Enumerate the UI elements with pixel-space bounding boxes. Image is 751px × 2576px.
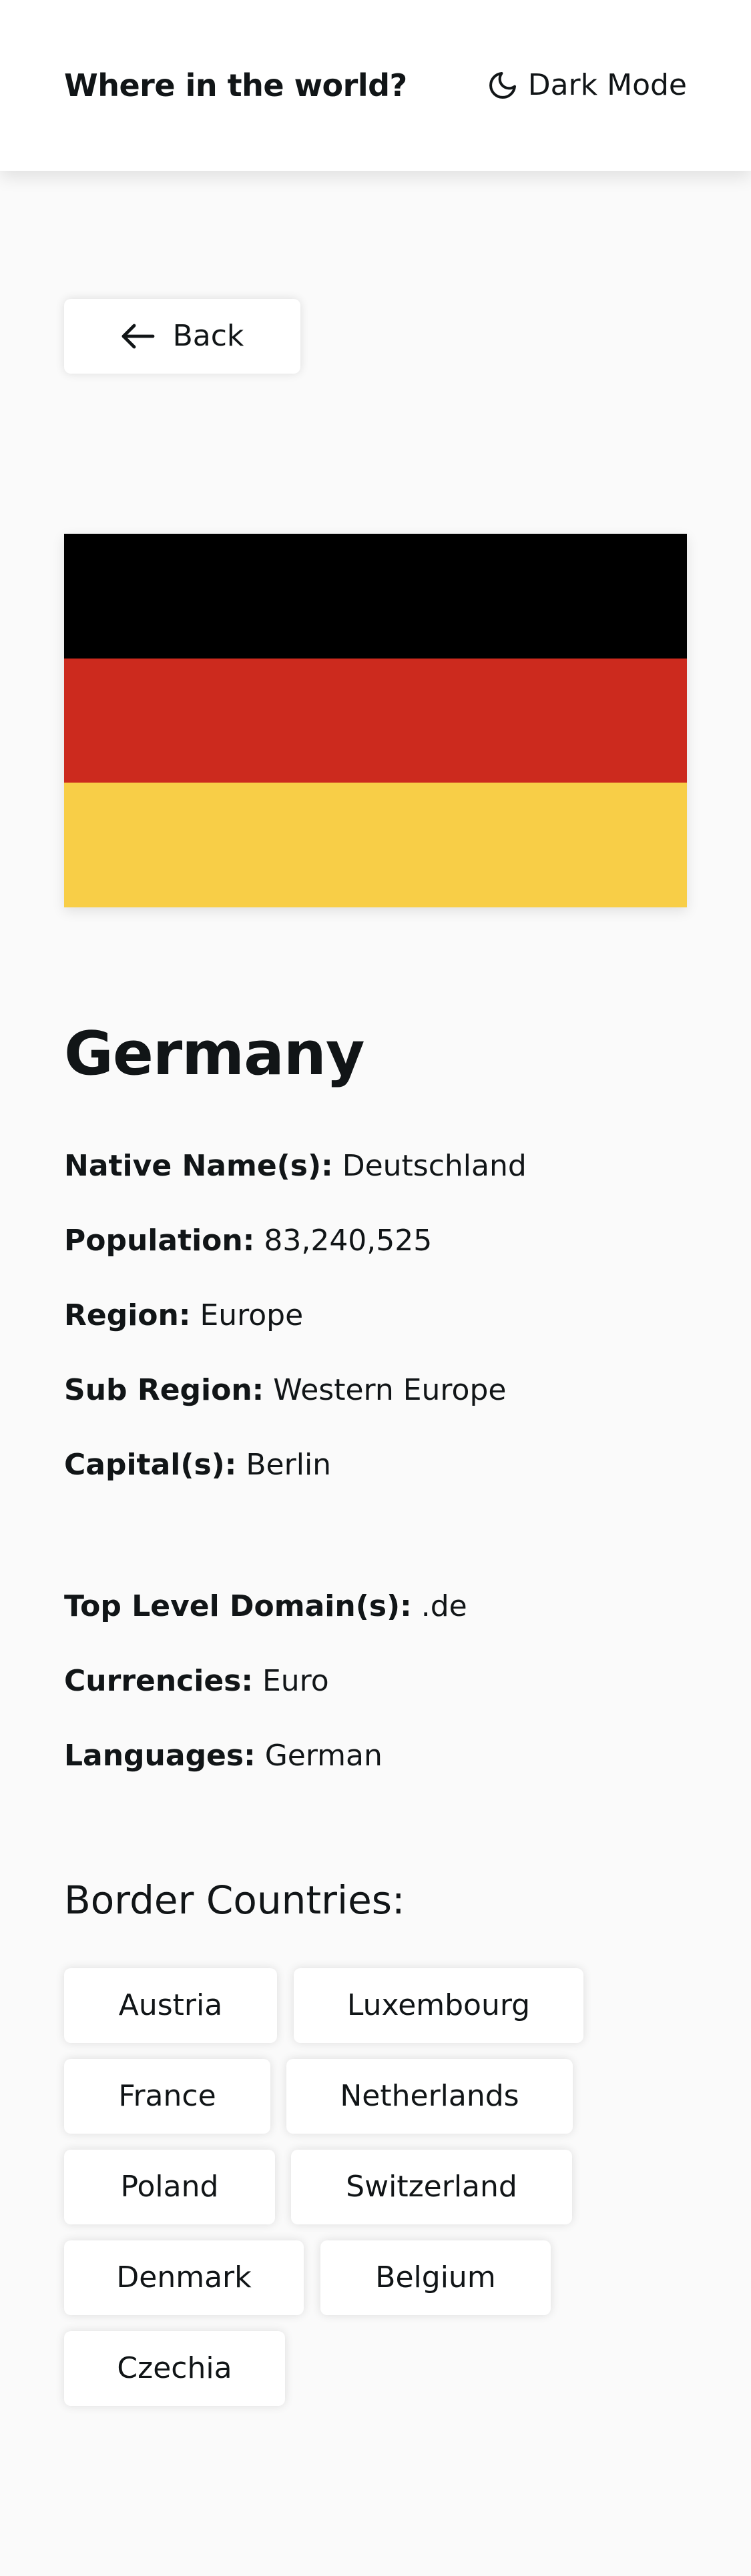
border-country-austria[interactable]: Austria — [64, 1968, 277, 2043]
back-button[interactable]: Back — [64, 299, 300, 374]
border-country-france[interactable]: France — [64, 2059, 270, 2134]
capital-row: Capital(s): Berlin — [64, 1446, 331, 1484]
flag-stripe-3 — [64, 783, 687, 907]
currencies-value: Euro — [262, 1664, 329, 1698]
sub-region-key: Sub Region: — [64, 1373, 264, 1407]
border-country-netherlands[interactable]: Netherlands — [286, 2059, 573, 2134]
region-row: Region: Europe — [64, 1297, 303, 1334]
native-name-value: Deutschland — [342, 1149, 527, 1183]
capital-key: Capital(s): — [64, 1448, 237, 1482]
country-name: Germany — [64, 1019, 365, 1089]
border-country-denmark[interactable]: Denmark — [64, 2240, 304, 2315]
moon-icon — [487, 69, 519, 101]
languages-value: German — [264, 1739, 383, 1773]
border-country-switzerland[interactable]: Switzerland — [291, 2150, 572, 2224]
border-country-czechia[interactable]: Czechia — [64, 2331, 285, 2406]
app-title: Where in the world? — [64, 67, 407, 103]
currencies-key: Currencies: — [64, 1664, 253, 1698]
population-value: 83,240,525 — [264, 1224, 433, 1258]
tld-row: Top Level Domain(s): .de — [64, 1588, 467, 1625]
sub-region-value: Western Europe — [273, 1373, 507, 1407]
tld-key: Top Level Domain(s): — [64, 1589, 412, 1623]
region-key: Region: — [64, 1298, 191, 1332]
population-row: Population: 83,240,525 — [64, 1222, 432, 1260]
border-country-luxembourg[interactable]: Luxembourg — [294, 1968, 583, 2043]
currencies-row: Currencies: Euro — [64, 1663, 329, 1700]
native-name-row: Native Name(s): Deutschland — [64, 1148, 527, 1185]
sub-region-row: Sub Region: Western Europe — [64, 1372, 506, 1409]
border-country-belgium[interactable]: Belgium — [320, 2240, 551, 2315]
top-header: Where in the world? Dark Mode — [0, 0, 751, 171]
capital-value: Berlin — [246, 1448, 332, 1482]
region-value: Europe — [200, 1298, 304, 1332]
flag-stripe-1 — [64, 534, 687, 659]
flag-stripe-2 — [64, 658, 687, 783]
dark-mode-label: Dark Mode — [527, 68, 687, 102]
border-country-poland[interactable]: Poland — [64, 2150, 275, 2224]
languages-row: Languages: German — [64, 1737, 383, 1775]
tld-value: .de — [421, 1589, 467, 1623]
country-flag — [64, 534, 687, 907]
population-key: Population: — [64, 1224, 255, 1258]
border-countries-title: Border Countries: — [64, 1877, 405, 1923]
back-label: Back — [172, 319, 244, 353]
native-name-key: Native Name(s): — [64, 1149, 333, 1183]
dark-mode-toggle[interactable]: Dark Mode — [487, 64, 687, 107]
languages-key: Languages: — [64, 1739, 256, 1773]
arrow-left-icon — [121, 323, 156, 350]
